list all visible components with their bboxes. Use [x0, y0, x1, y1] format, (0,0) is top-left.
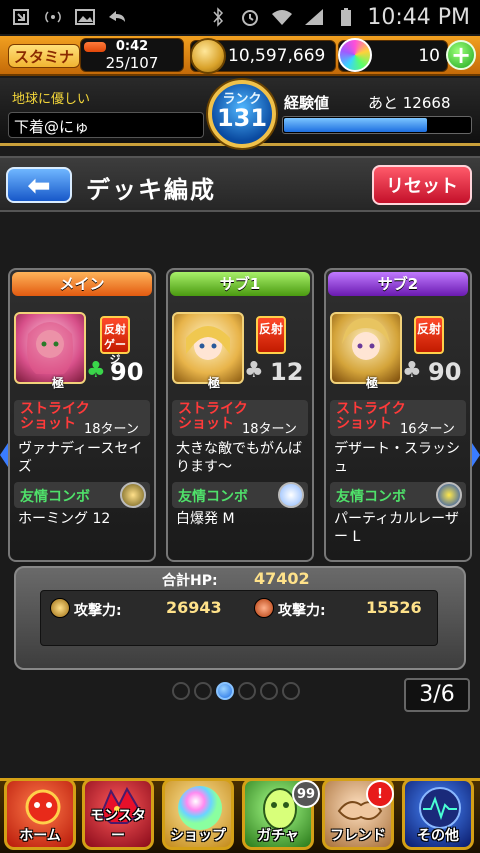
gold-value: 10,597,669 — [228, 46, 326, 66]
friend-combo-label: 友情コンボ — [178, 489, 248, 505]
strike-shot-name: 大きな敵でもがんばります〜 — [176, 441, 302, 475]
back-arrow-icon — [106, 6, 128, 28]
card-tab-main: メイン — [12, 272, 152, 296]
white-explosion-icon — [278, 482, 304, 508]
reset-button[interactable]: リセット — [372, 165, 472, 205]
clock: 10:44 PM — [367, 4, 470, 30]
counter-badge: 反射ゲージ — [100, 316, 130, 366]
nav-label: ガチャ — [257, 828, 299, 844]
strike-shot-turns: 18ターン — [242, 422, 297, 437]
stamina-label: スタミナ — [8, 44, 80, 68]
luck-value: 90 — [428, 358, 462, 386]
player-title: 地球に優しい — [12, 92, 91, 107]
friend-combo-name: パーティカルレーザー L — [334, 511, 459, 545]
status-bar: 10:44 PM — [0, 0, 480, 34]
attack-label: 攻撃力: — [74, 603, 122, 619]
exp-remaining: あと 12668 — [368, 94, 451, 112]
bluetooth-icon — [207, 6, 229, 28]
rank-value: 131 — [216, 104, 268, 132]
coin-icon — [190, 38, 226, 74]
strike-shot-label: ストライク ショット — [336, 401, 406, 432]
back-button[interactable]: ⬅ — [6, 167, 72, 203]
page-dot[interactable] — [282, 682, 300, 700]
download-icon — [10, 6, 32, 28]
alarm-icon — [239, 6, 261, 28]
strike-shot-name: ヴァナディースセイズ — [18, 441, 143, 475]
counter-badge-label: 反射 — [416, 322, 441, 336]
strike-shot-turns: 18ターン — [84, 422, 139, 437]
attack-label: 攻撃力: — [278, 603, 326, 619]
nav-other-button[interactable]: その他 — [402, 778, 474, 850]
strike-shot-name: デザート・スラッシュ — [334, 441, 460, 475]
clover-icon: ♣ — [244, 358, 264, 383]
page-dot[interactable] — [172, 682, 190, 700]
nav-label: モンスター — [90, 808, 146, 844]
clover-icon: ♣ — [402, 358, 422, 383]
attack-value: 15526 — [366, 598, 422, 617]
luck-value: 12 — [270, 358, 304, 386]
buy-orbs-button[interactable]: + — [446, 40, 476, 70]
image-icon — [74, 6, 96, 28]
friend-combo-name: 白爆発 M — [176, 511, 235, 527]
strike-shot-label: ストライク ショット — [20, 401, 90, 432]
page-dot[interactable] — [260, 682, 278, 700]
friend-combo-label: 友情コンボ — [336, 489, 406, 505]
friend-alert-badge: ! — [366, 780, 394, 808]
stamina-timer: 0:42 — [115, 39, 149, 54]
exp-label: 経験値 — [284, 94, 330, 112]
ex-badge: 極 — [366, 376, 379, 390]
gacha-count-badge: 99 — [292, 780, 320, 808]
page-dot[interactable] — [238, 682, 256, 700]
orb-icon — [338, 38, 372, 72]
attack-value: 26943 — [166, 598, 222, 617]
friend-combo-name: ホーミング 12 — [18, 511, 111, 527]
ex-badge: 極 — [208, 376, 221, 390]
stamina-value: 25/107 — [105, 54, 159, 72]
total-hp-label: 合計HP: — [162, 573, 218, 589]
nav-label: その他 — [417, 828, 459, 844]
homing-icon — [120, 482, 146, 508]
stamina-box: 0:42 25/107 — [80, 38, 184, 72]
page-title: デッキ編成 — [86, 176, 216, 204]
strike-shot-label: ストライク ショット — [178, 401, 248, 432]
attack-type-icon — [50, 598, 70, 618]
battery-icon — [335, 6, 357, 28]
ex-badge: 極 — [52, 376, 65, 390]
counter-badge: 反射 — [414, 316, 444, 354]
cell-signal-icon — [303, 6, 325, 28]
nav-label: ショップ — [170, 828, 226, 844]
wifi-icon — [271, 6, 293, 28]
fire-element-icon — [254, 598, 274, 618]
nav-monster-button[interactable]: モンスター — [82, 778, 154, 850]
page-indicator: 3/6 — [404, 678, 470, 712]
nav-label: ホーム — [19, 828, 61, 844]
counter-badge-label: 反射 — [258, 322, 283, 336]
friend-combo-label: 友情コンボ — [20, 489, 90, 505]
nav-shop-button[interactable]: ショップ — [162, 778, 234, 850]
total-hp-value: 47402 — [254, 569, 310, 588]
signal-broadcast-icon — [42, 6, 64, 28]
nav-home-button[interactable]: ホーム — [4, 778, 76, 850]
luck-value: 90 — [110, 358, 144, 386]
nav-label: フレンド — [330, 828, 386, 844]
exp-bar-fill — [284, 118, 427, 132]
monster-portrait[interactable] — [14, 312, 86, 384]
page-dots — [172, 682, 300, 700]
counter-badge: 反射 — [256, 316, 286, 354]
page-dot[interactable] — [194, 682, 212, 700]
card-tab-sub2: サブ2 — [328, 272, 468, 296]
clover-icon: ♣ — [86, 358, 106, 383]
card-tab-sub1: サブ1 — [170, 272, 310, 296]
strike-shot-turns: 16ターン — [400, 422, 455, 437]
page-dot[interactable] — [216, 682, 234, 700]
orb-value: 10 — [418, 46, 440, 66]
vertical-laser-icon — [436, 482, 462, 508]
player-name: 下着@にゅ — [14, 118, 90, 136]
